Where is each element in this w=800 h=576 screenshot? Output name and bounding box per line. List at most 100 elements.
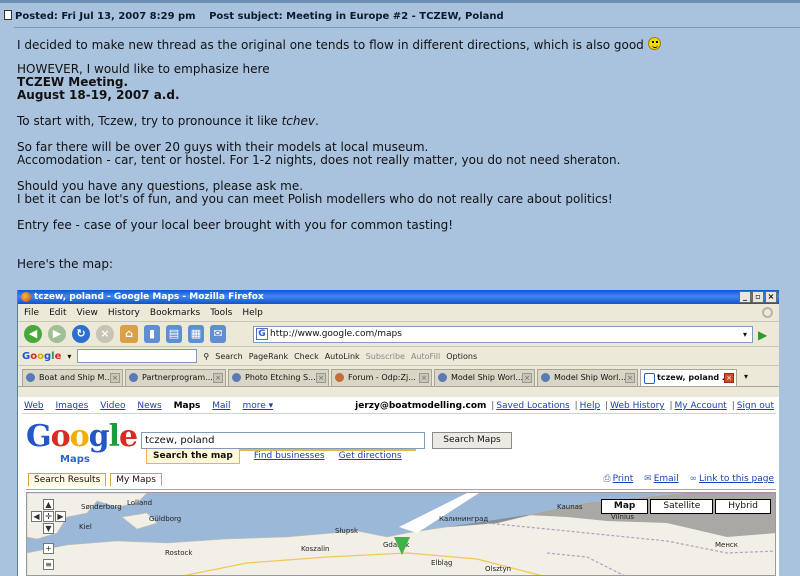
account-email: jerzy@boatmodelling.com: [355, 401, 487, 411]
search-maps-button[interactable]: Search Maps: [432, 432, 512, 449]
menu-tools[interactable]: Tools: [210, 304, 232, 321]
center-icon[interactable]: ✛: [43, 511, 54, 522]
email-link[interactable]: Email: [654, 474, 679, 484]
browser-tab[interactable]: Partnerprogram... ×: [125, 369, 226, 386]
map-type-satellite[interactable]: Satellite: [650, 499, 714, 514]
menu-help[interactable]: Help: [242, 304, 263, 321]
tab-search-results[interactable]: Search Results: [28, 473, 107, 486]
map-type-hybrid[interactable]: Hybrid: [715, 499, 771, 514]
zoom-slider-icon[interactable]: ≡: [43, 559, 54, 570]
map-place: Калининград: [439, 515, 489, 523]
map-place: Sønderborg: [81, 503, 122, 511]
home-icon[interactable]: ⌂: [120, 325, 138, 343]
pan-left-icon[interactable]: ◀: [31, 511, 42, 522]
google-favicon: G: [256, 328, 268, 340]
google-nav-links: Web Images Video News Maps Mail more ▾: [24, 401, 282, 411]
close-tab-icon[interactable]: ×: [522, 373, 532, 383]
tab-get-directions[interactable]: Get directions: [339, 451, 402, 461]
saved-locations-link[interactable]: Saved Locations: [496, 401, 569, 411]
google-maps-logo[interactable]: Google: [26, 421, 138, 453]
toolbar-autofill[interactable]: AutoFill: [411, 352, 440, 361]
close-tab-icon[interactable]: ×: [110, 373, 120, 383]
menu-edit[interactable]: Edit: [49, 304, 66, 321]
tab-label: Forum - Odp:Zj...: [348, 373, 416, 382]
close-tab-icon[interactable]: ×: [316, 373, 326, 383]
browser-tab[interactable]: Model Ship Worl... ×: [537, 369, 638, 386]
mail-icon[interactable]: ✉: [210, 325, 226, 343]
map-type-map[interactable]: Map: [600, 499, 649, 514]
post-line: Here's the map:: [17, 257, 114, 271]
toolbar-autolink[interactable]: AutoLink: [325, 352, 360, 361]
tab-find-businesses[interactable]: Find businesses: [254, 451, 325, 461]
menu-file[interactable]: File: [24, 304, 39, 321]
post-top-border: [0, 0, 800, 3]
embedded-screenshot: tczew, poland - Google Maps - Mozilla Fi…: [17, 290, 779, 576]
email-icon: ✉: [644, 474, 652, 484]
web-history-link[interactable]: Web History: [610, 401, 665, 411]
close-tab-icon[interactable]: ×: [724, 373, 734, 383]
pan-right-icon[interactable]: ▶: [55, 511, 66, 522]
toolbar-pagerank[interactable]: PageRank: [249, 352, 288, 361]
toolbar-options[interactable]: Options: [446, 352, 477, 361]
menu-history[interactable]: History: [108, 304, 140, 321]
browser-tab[interactable]: Model Ship Worl... ×: [434, 369, 535, 386]
reload-icon[interactable]: ↻: [72, 325, 90, 343]
google-toolbar-logo[interactable]: Google: [22, 351, 61, 362]
toolbar-check[interactable]: Check: [294, 352, 319, 361]
minimize-button[interactable]: _: [739, 291, 751, 303]
nav-mail[interactable]: Mail: [212, 401, 230, 411]
link-to-page[interactable]: Link to this page: [699, 474, 774, 484]
menu-bookmarks[interactable]: Bookmarks: [150, 304, 200, 321]
url-dropdown-icon[interactable]: ▾: [739, 328, 751, 341]
tab-list-icon[interactable]: ▾: [739, 369, 753, 385]
toolbar-subscribe[interactable]: Subscribe: [366, 352, 405, 361]
nav-news[interactable]: News: [137, 401, 161, 411]
chevron-down-icon[interactable]: ▾: [67, 352, 71, 361]
print-icon[interactable]: ▦: [188, 325, 204, 343]
back-icon[interactable]: ◀: [24, 325, 42, 343]
my-account-link[interactable]: My Account: [675, 401, 727, 411]
print-link[interactable]: Print: [613, 474, 634, 484]
post-icon[interactable]: [4, 10, 12, 20]
map-place: Менск: [715, 541, 738, 549]
browser-tab-active[interactable]: tczew, poland ... ×: [640, 369, 737, 386]
pan-up-icon[interactable]: ▲: [43, 499, 54, 510]
browser-tab[interactable]: Photo Etching S... ×: [228, 369, 329, 386]
close-button[interactable]: ×: [765, 291, 777, 303]
tab-label: Boat and Ship M...: [39, 373, 113, 382]
nav-video[interactable]: Video: [100, 401, 125, 411]
close-tab-icon[interactable]: ×: [625, 373, 635, 383]
help-link[interactable]: Help: [580, 401, 601, 411]
toolbar-search[interactable]: Search: [215, 352, 242, 361]
history-icon[interactable]: ▤: [166, 325, 182, 343]
menu-view[interactable]: View: [77, 304, 98, 321]
maximize-button[interactable]: ▫: [752, 291, 764, 303]
close-tab-icon[interactable]: ×: [213, 373, 223, 383]
browser-tab[interactable]: Boat and Ship M... ×: [22, 369, 123, 386]
sign-out-link[interactable]: Sign out: [737, 401, 774, 411]
tab-label: Model Ship Worl...: [451, 373, 524, 382]
post-line: I bet it can be lot's of fun, and you ca…: [17, 192, 613, 206]
pan-down-icon[interactable]: ▼: [43, 523, 54, 534]
post-header: Posted: Fri Jul 13, 2007 8:29 pm Post su…: [4, 10, 504, 22]
tab-my-maps[interactable]: My Maps: [110, 473, 162, 486]
tab-search-the-map[interactable]: Search the map: [146, 449, 240, 464]
nav-images[interactable]: Images: [56, 401, 89, 411]
map-place: Słupsk: [335, 527, 359, 535]
nav-more[interactable]: more ▾: [242, 401, 273, 411]
close-tab-icon[interactable]: ×: [419, 373, 429, 383]
forward-icon[interactable]: ▶: [48, 325, 66, 343]
search-icon[interactable]: ⚲: [203, 352, 209, 361]
maps-search-input[interactable]: tczew, poland: [141, 432, 425, 449]
browser-tab[interactable]: Forum - Odp:Zj... ×: [331, 369, 432, 386]
bookmarks-icon[interactable]: ▮: [144, 325, 160, 343]
google-toolbar-search-field[interactable]: [77, 349, 198, 363]
stop-icon[interactable]: ×: [96, 325, 114, 343]
tab-label: tczew, poland ...: [657, 373, 732, 382]
address-bar[interactable]: G http://www.google.com/maps ▾: [253, 326, 753, 343]
nav-web[interactable]: Web: [24, 401, 44, 411]
location-pin-icon[interactable]: [394, 537, 410, 555]
go-icon[interactable]: ▶: [758, 328, 772, 342]
map-view[interactable]: ▲ ◀ ✛ ▶ ▼ + ≡ Map Satellite Hybrid Sønde…: [26, 492, 776, 576]
zoom-in-icon[interactable]: +: [43, 543, 54, 554]
